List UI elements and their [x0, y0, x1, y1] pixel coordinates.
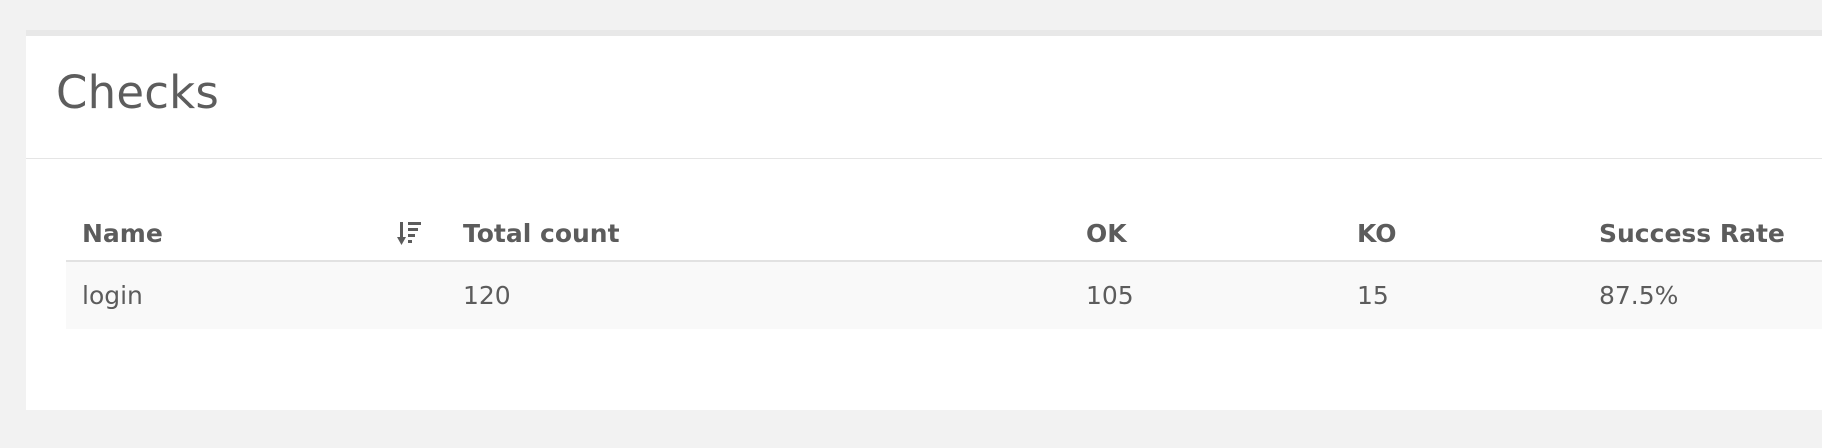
cell-ko: 15 [1357, 281, 1389, 310]
panel-title: Checks [56, 66, 220, 119]
column-header-name[interactable]: Name [66, 207, 447, 261]
checks-table-container: Name Total count OK KO Success Rate logi… [66, 207, 1822, 329]
table-row[interactable]: login 120 105 15 87.5% [66, 261, 1822, 329]
cell-name: login [82, 281, 143, 310]
panel-header: Checks [26, 36, 1822, 159]
column-header-success-rate[interactable]: Success Rate [1583, 207, 1822, 261]
checks-table: Name Total count OK KO Success Rate logi… [66, 207, 1822, 329]
column-header-ok[interactable]: OK [1070, 207, 1341, 261]
column-header-ko[interactable]: KO [1341, 207, 1583, 261]
sort-descending-icon[interactable] [397, 220, 423, 248]
column-header-total-count[interactable]: Total count [447, 207, 1070, 261]
cell-success-rate: 87.5% [1599, 281, 1679, 310]
cell-ok: 105 [1086, 281, 1134, 310]
checks-panel: Checks Name Total count OK KO Success Ra… [26, 36, 1822, 410]
column-header-label: Name [82, 219, 163, 248]
table-header-row: Name Total count OK KO Success Rate [66, 207, 1822, 261]
cell-total-count: 120 [463, 281, 511, 310]
